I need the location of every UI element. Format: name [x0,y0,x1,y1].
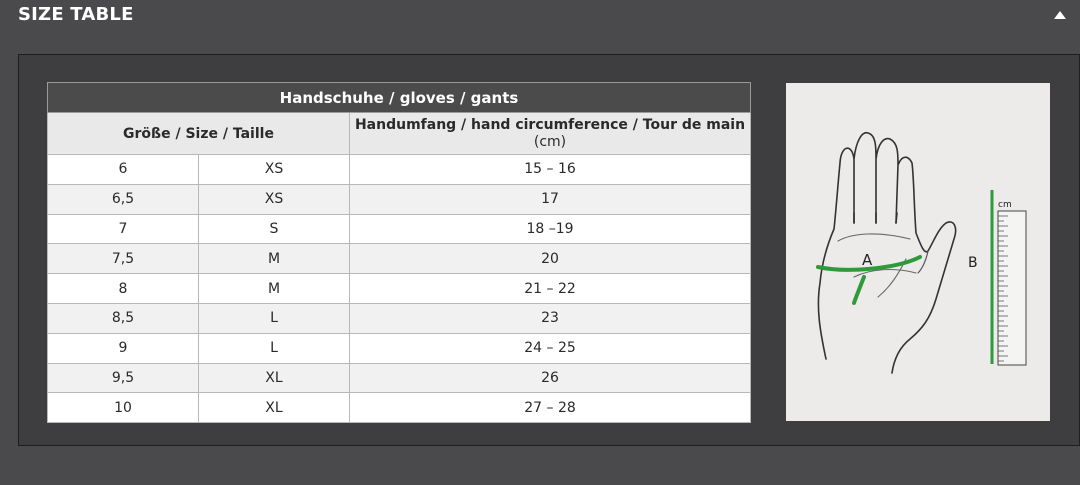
eu-size-cell: 9 [47,332,199,364]
table-row: 10 XL 27 – 28 [47,392,751,424]
table-row: 9,5 XL 26 [47,362,751,394]
eu-size-cell: 7 [47,213,199,245]
measure-label-a: A [862,251,873,269]
ruler-icon [990,190,1027,366]
circumference-cell: 20 [349,243,751,275]
table-row: 6,5 XS 17 [47,183,751,215]
circumference-cell: 18 –19 [349,213,751,245]
eu-size-cell: 9,5 [47,362,199,394]
eu-size-cell: 6 [47,154,199,185]
hand-outline-icon [817,132,957,374]
table-row: 8,5 L 23 [47,302,751,334]
letter-size-cell: XL [198,362,350,394]
circumference-cell: 17 [349,183,751,215]
table-title: Handschuhe / gloves / gants [47,82,751,113]
letter-size-cell: L [198,332,350,364]
hand-drawing-svg: A cm B [816,132,1027,374]
eu-size-cell: 7,5 [47,243,199,275]
section-header: SIZE TABLE [0,0,1080,32]
size-column-header: Größe / Size / Taille [47,112,350,155]
circumference-cell: 26 [349,362,751,394]
letter-size-cell: S [198,213,350,245]
ruler-unit-label: cm [998,200,1012,210]
circumference-cell: 15 – 16 [349,154,751,185]
triangle-up-icon [1054,11,1066,19]
section-title: SIZE TABLE [18,4,134,25]
size-table: Handschuhe / gloves / gants Größe / Size… [47,82,751,424]
hand-measurement-illustration: A cm B [786,83,1050,421]
table-row: 7,5 M 20 [47,243,751,275]
letter-size-cell: XS [198,154,350,185]
size-table-panel: Handschuhe / gloves / gants Größe / Size… [18,54,1080,446]
circumference-unit-label: (cm) [533,134,567,150]
letter-size-cell: XS [198,183,350,215]
letter-size-cell: XL [198,392,350,424]
table-row: 6 XS 15 – 16 [47,154,751,185]
eu-size-cell: 8,5 [47,302,199,334]
table-row: 7 S 18 –19 [47,213,751,245]
table-row: 9 L 24 – 25 [47,332,751,364]
letter-size-cell: M [198,273,350,304]
eu-size-cell: 6,5 [47,183,199,215]
collapse-toggle-button[interactable] [1052,8,1068,22]
circumference-header-label: Handumfang / hand circumference / Tour d… [354,117,746,133]
eu-size-cell: 10 [47,392,199,424]
letter-size-cell: M [198,243,350,275]
circumference-column-header: Handumfang / hand circumference / Tour d… [349,112,751,155]
letter-size-cell: L [198,302,350,334]
circumference-cell: 21 – 22 [349,273,751,304]
eu-size-cell: 8 [47,273,199,304]
table-row: 8 M 21 – 22 [47,273,751,304]
circumference-cell: 23 [349,302,751,334]
circumference-cell: 24 – 25 [349,332,751,364]
measure-label-b: B [968,255,978,271]
circumference-cell: 27 – 28 [349,392,751,424]
